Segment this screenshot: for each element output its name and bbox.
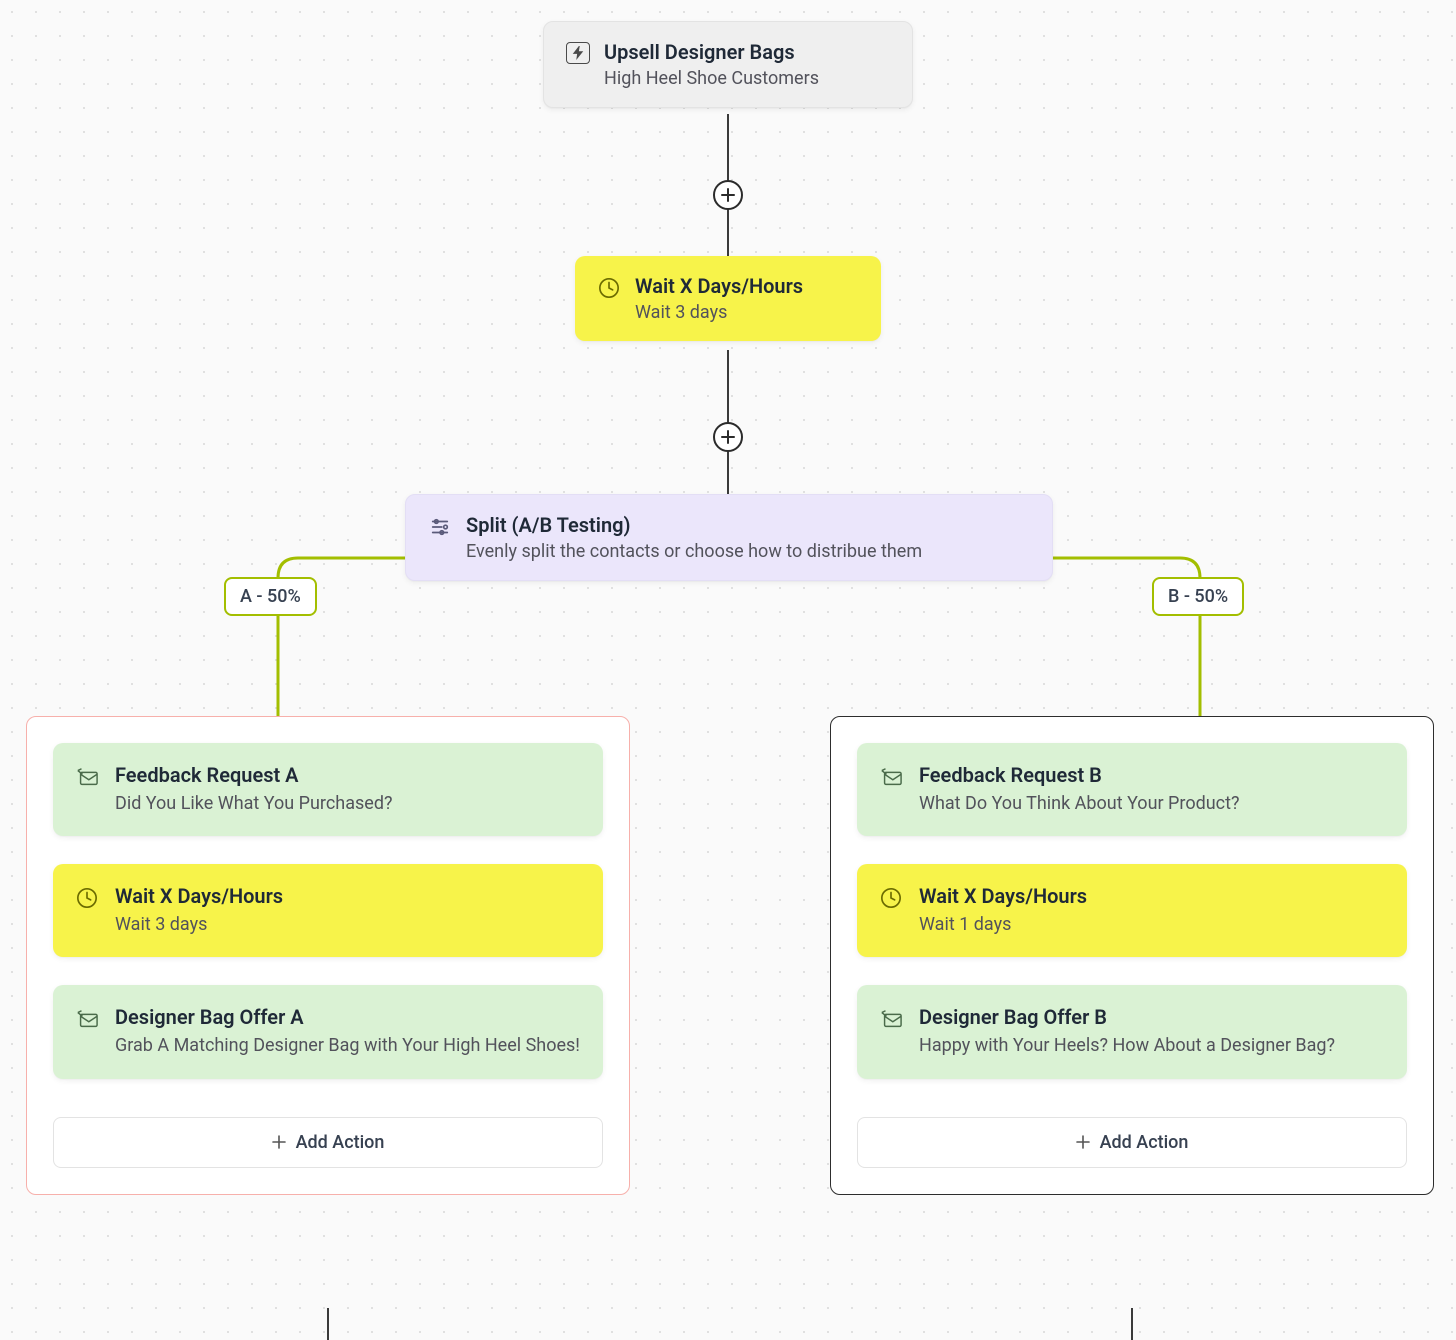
connector-line bbox=[1131, 1308, 1133, 1340]
add-action-label: Add Action bbox=[296, 1132, 385, 1153]
add-action-button-a[interactable]: Add Action bbox=[53, 1117, 603, 1168]
step-title: Designer Bag Offer B bbox=[919, 1005, 1335, 1029]
clock-icon bbox=[879, 886, 903, 910]
feedback-b-step[interactable]: Feedback Request B What Do You Think Abo… bbox=[857, 743, 1407, 836]
split-node[interactable]: Split (A/B Testing) Evenly split the con… bbox=[405, 494, 1053, 581]
step-title: Feedback Request A bbox=[115, 763, 392, 787]
wait-title: Wait X Days/Hours bbox=[635, 274, 803, 298]
email-icon bbox=[879, 1007, 903, 1031]
offer-a-step[interactable]: Designer Bag Offer A Grab A Matching Des… bbox=[53, 985, 603, 1078]
step-title: Wait X Days/Hours bbox=[919, 884, 1087, 908]
step-title: Designer Bag Offer A bbox=[115, 1005, 580, 1029]
step-subtitle: Wait 1 days bbox=[919, 912, 1087, 937]
split-title: Split (A/B Testing) bbox=[466, 513, 922, 537]
trigger-subtitle: High Heel Shoe Customers bbox=[604, 68, 819, 89]
wait-b-step[interactable]: Wait X Days/Hours Wait 1 days bbox=[857, 864, 1407, 957]
email-icon bbox=[75, 765, 99, 789]
branch-b-container: Feedback Request B What Do You Think Abo… bbox=[830, 716, 1434, 1195]
trigger-node[interactable]: Upsell Designer Bags High Heel Shoe Cust… bbox=[543, 21, 913, 108]
step-subtitle: Did You Like What You Purchased? bbox=[115, 791, 392, 816]
add-step-button-1[interactable] bbox=[713, 180, 743, 210]
branch-a-container: Feedback Request A Did You Like What You… bbox=[26, 716, 630, 1195]
clock-icon bbox=[597, 276, 621, 300]
email-icon bbox=[75, 1007, 99, 1031]
feedback-a-step[interactable]: Feedback Request A Did You Like What You… bbox=[53, 743, 603, 836]
add-step-button-2[interactable] bbox=[713, 422, 743, 452]
add-action-button-b[interactable]: Add Action bbox=[857, 1117, 1407, 1168]
add-action-label: Add Action bbox=[1100, 1132, 1189, 1153]
clock-icon bbox=[75, 886, 99, 910]
branch-label-a[interactable]: A - 50% bbox=[224, 577, 317, 616]
step-title: Wait X Days/Hours bbox=[115, 884, 283, 908]
wait-node[interactable]: Wait X Days/Hours Wait 3 days bbox=[575, 256, 881, 341]
wait-subtitle: Wait 3 days bbox=[635, 302, 803, 323]
trigger-title: Upsell Designer Bags bbox=[604, 40, 819, 64]
split-subtitle: Evenly split the contacts or choose how … bbox=[466, 541, 922, 562]
step-subtitle: What Do You Think About Your Product? bbox=[919, 791, 1240, 816]
plus-icon bbox=[1076, 1135, 1090, 1149]
wait-a-step[interactable]: Wait X Days/Hours Wait 3 days bbox=[53, 864, 603, 957]
split-icon bbox=[428, 515, 452, 539]
offer-b-step[interactable]: Designer Bag Offer B Happy with Your Hee… bbox=[857, 985, 1407, 1078]
step-subtitle: Grab A Matching Designer Bag with Your H… bbox=[115, 1033, 580, 1058]
email-icon bbox=[879, 765, 903, 789]
step-subtitle: Wait 3 days bbox=[115, 912, 283, 937]
plus-icon bbox=[272, 1135, 286, 1149]
lightning-icon bbox=[566, 42, 590, 64]
branch-label-b[interactable]: B - 50% bbox=[1152, 577, 1244, 616]
step-title: Feedback Request B bbox=[919, 763, 1240, 787]
connector-line bbox=[327, 1308, 329, 1340]
step-subtitle: Happy with Your Heels? How About a Desig… bbox=[919, 1033, 1335, 1058]
